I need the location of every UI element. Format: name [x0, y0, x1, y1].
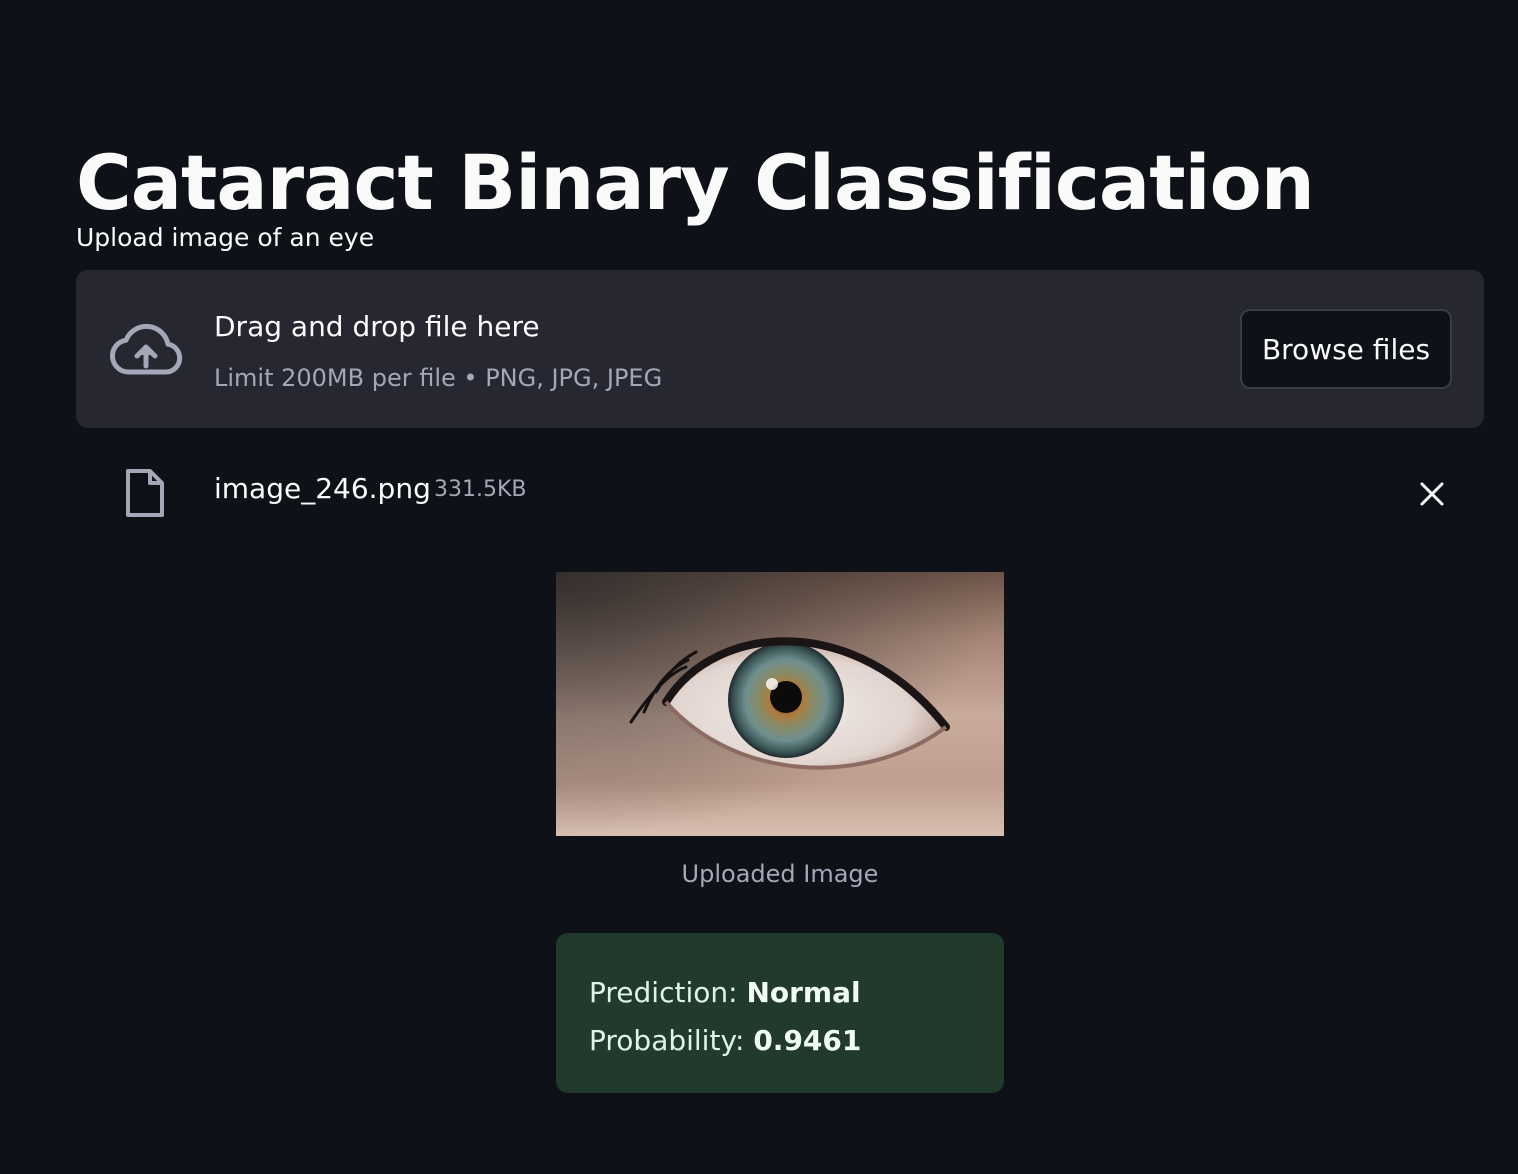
uploaded-file-item: image_246.png 331.5KB: [76, 460, 1484, 526]
prediction-label: Prediction:: [589, 976, 738, 1009]
page-title: Cataract Binary Classification: [76, 137, 1315, 227]
file-icon: [126, 469, 164, 517]
probability-value: 0.9461: [753, 1024, 862, 1057]
dropzone-instructions: Drag and drop file here: [214, 310, 540, 343]
image-caption: Uploaded Image: [681, 860, 879, 888]
uploaded-eye-image: [556, 572, 1004, 836]
uploader-label: Upload image of an eye: [76, 223, 375, 252]
uploaded-file-name: image_246.png: [214, 472, 431, 505]
cloud-upload-icon: [109, 323, 183, 375]
probability-line: Probability: 0.9461: [589, 1017, 1004, 1065]
close-icon: [1420, 482, 1444, 506]
prediction-line: Prediction: Normal: [589, 969, 1004, 1017]
probability-label: Probability:: [589, 1024, 745, 1057]
eye-photo: [556, 572, 1004, 836]
prediction-value: Normal: [746, 976, 861, 1009]
prediction-result-box: Prediction: Normal Probability: 0.9461: [556, 933, 1004, 1093]
remove-file-button[interactable]: [1412, 474, 1452, 514]
file-dropzone[interactable]: Drag and drop file here Limit 200MB per …: [76, 270, 1484, 428]
dropzone-limit-text: Limit 200MB per file • PNG, JPG, JPEG: [214, 364, 663, 392]
browse-files-button[interactable]: Browse files: [1240, 309, 1452, 389]
uploaded-file-size: 331.5KB: [434, 477, 527, 502]
